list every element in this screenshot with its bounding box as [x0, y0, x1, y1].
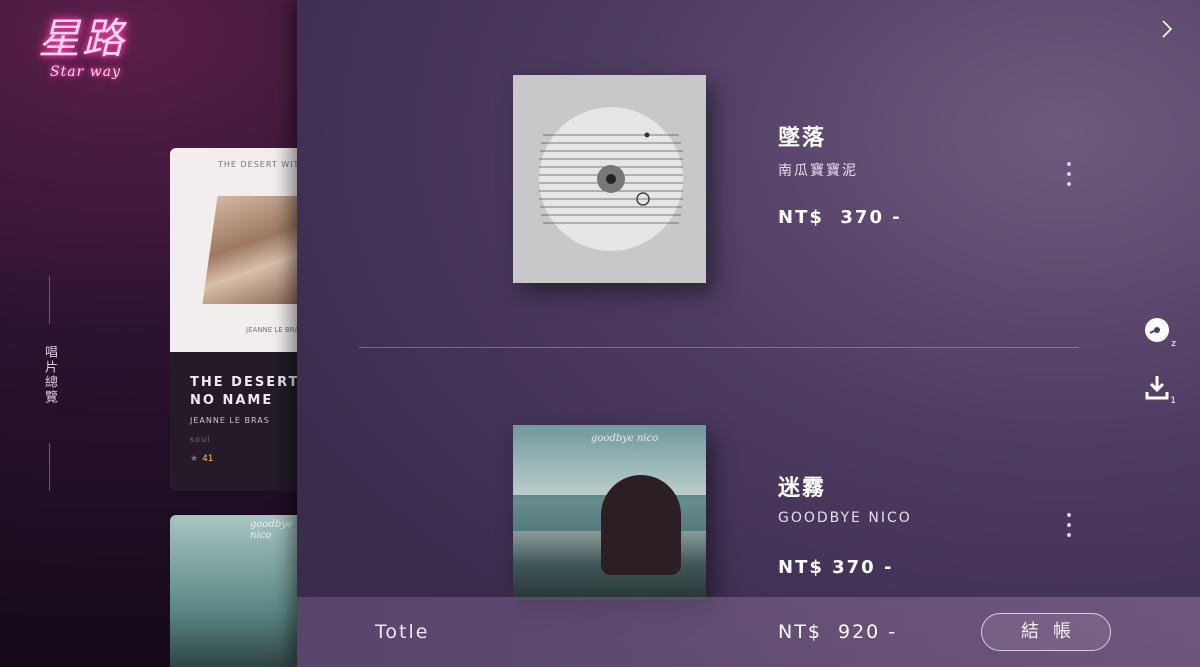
item-price: NT$ 370 -	[778, 207, 902, 228]
cart-panel: 墜落 南瓜寶寶泥 NT$ 370 - goodbye nico 迷霧 GOODB…	[297, 0, 1200, 667]
rating-value: 41	[202, 454, 214, 464]
album-info: THE DESERT NO NAME JEANNE LE BRAS soul ★…	[170, 352, 310, 486]
chevron-right-icon[interactable]	[1158, 18, 1176, 40]
item-title: 墜落	[778, 126, 827, 151]
sidebar-nav-albums[interactable]: 唱片總覽	[42, 345, 59, 405]
brand-logo[interactable]: 星路 Star way	[38, 18, 148, 104]
more-options-icon[interactable]	[1065, 162, 1073, 190]
cover-author: JEANNE LE BRAS	[246, 326, 304, 334]
album-cover-mist: goodbye nico	[513, 425, 706, 600]
album-title-line2: NO NAME	[190, 393, 274, 408]
logo-chinese: 星路	[38, 14, 127, 63]
desert-image	[202, 196, 310, 304]
album-cover-falling	[513, 75, 706, 283]
album-title-line1: THE DESERT	[190, 375, 300, 390]
item-artist: 南瓜寶寶泥	[778, 163, 858, 179]
cover-title: goodbye nico	[591, 433, 659, 444]
star-icon: ★	[190, 454, 199, 464]
cart-footer: Totle NT$ 920 - 結帳	[297, 597, 1200, 667]
nav-divider-top	[49, 276, 50, 324]
download-badge: 1	[1170, 396, 1176, 406]
total-label: Totle	[375, 621, 430, 643]
total-price: NT$ 920 -	[778, 621, 898, 643]
vinyl-icon[interactable]: z	[1144, 317, 1176, 349]
more-options-icon[interactable]	[1065, 513, 1073, 541]
logo-english: Star way	[50, 64, 121, 80]
item-divider	[359, 347, 1079, 348]
album-card[interactable]: THE DESERT WITH NO JEANNE LE BRAS THE DE…	[170, 148, 310, 491]
album-card[interactable]: goodbye nico	[170, 515, 310, 667]
download-icon[interactable]: 1	[1144, 374, 1176, 406]
checkout-button[interactable]: 結帳	[981, 613, 1111, 651]
vinyl-badge: z	[1171, 339, 1176, 349]
album-genre: soul	[190, 435, 211, 444]
album-cover: THE DESERT WITH NO JEANNE LE BRAS	[170, 148, 310, 352]
item-price: NT$ 370 -	[778, 557, 894, 578]
item-title: 迷霧	[778, 476, 827, 501]
nav-divider-bottom	[49, 443, 50, 491]
album-artist: JEANNE LE BRAS	[190, 416, 270, 425]
item-artist: GOODBYE NICO	[778, 510, 912, 526]
album-rating: ★ 41	[190, 454, 290, 464]
